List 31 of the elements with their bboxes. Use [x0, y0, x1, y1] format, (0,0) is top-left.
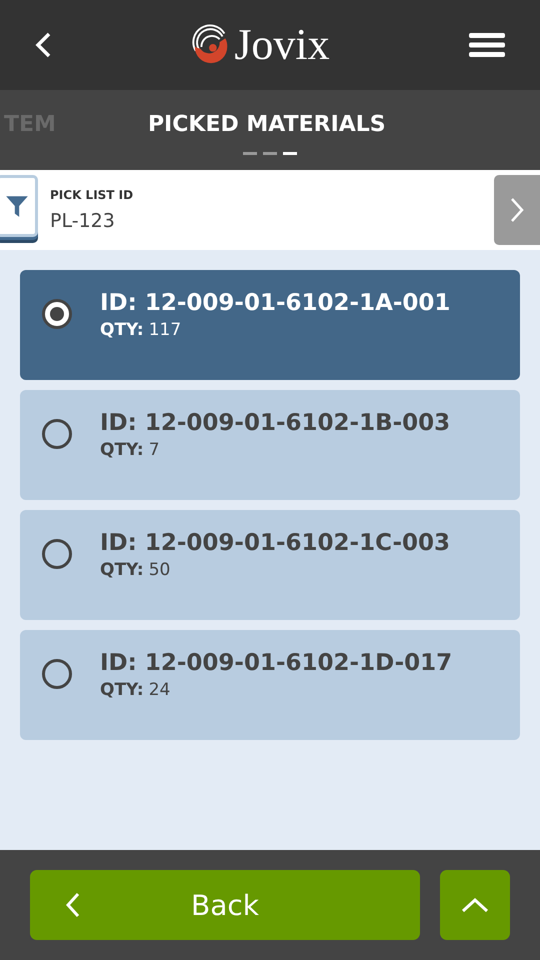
qty-value: 24	[148, 680, 170, 700]
tab[interactable]: PICKED MATERIALS	[148, 112, 386, 136]
chevron-left-icon	[66, 892, 80, 918]
item-id: ID: 12-009-01-6102-1D-017	[100, 650, 452, 676]
back-button[interactable]: Back	[30, 870, 420, 940]
qty-label: QTY:	[100, 320, 144, 340]
qty-value: 117	[148, 320, 182, 340]
qty-label: QTY:	[100, 440, 144, 460]
radio-button[interactable]	[42, 539, 72, 569]
menu-icon[interactable]	[468, 32, 505, 58]
field-value: PL-123	[50, 210, 116, 232]
field-label: PICK LIST ID	[50, 188, 134, 202]
item-id: ID: 12-009-01-6102-1A-001	[100, 290, 450, 316]
qty-label: QTY:	[100, 680, 144, 700]
next-button[interactable]	[494, 175, 540, 245]
list-item[interactable]: ID: 12-009-01-6102-1C-003 QTY: 50	[20, 510, 520, 620]
item-id: ID: 12-009-01-6102-1B-003	[100, 410, 450, 436]
qty-value: 7	[148, 440, 160, 460]
qty-label: QTY:	[100, 560, 144, 580]
chevron-up-icon	[461, 897, 489, 913]
list-item[interactable]: ID: 12-009-01-6102-1D-017 QTY: 24	[20, 630, 520, 740]
logo-text: Jovix	[234, 23, 330, 67]
item-id: ID: 12-009-01-6102-1C-003	[100, 530, 450, 556]
back-icon[interactable]	[35, 32, 51, 58]
radio-button[interactable]	[42, 419, 72, 449]
list-item[interactable]: ID: 12-009-01-6102-1A-001 QTY: 117	[20, 270, 520, 380]
radio-button[interactable]	[42, 659, 72, 689]
list-item[interactable]: ID: 12-009-01-6102-1B-003 QTY: 7	[20, 390, 520, 500]
chevron-right-icon	[510, 197, 524, 223]
qty-value: 50	[148, 560, 170, 580]
radio-button[interactable]	[42, 299, 72, 329]
